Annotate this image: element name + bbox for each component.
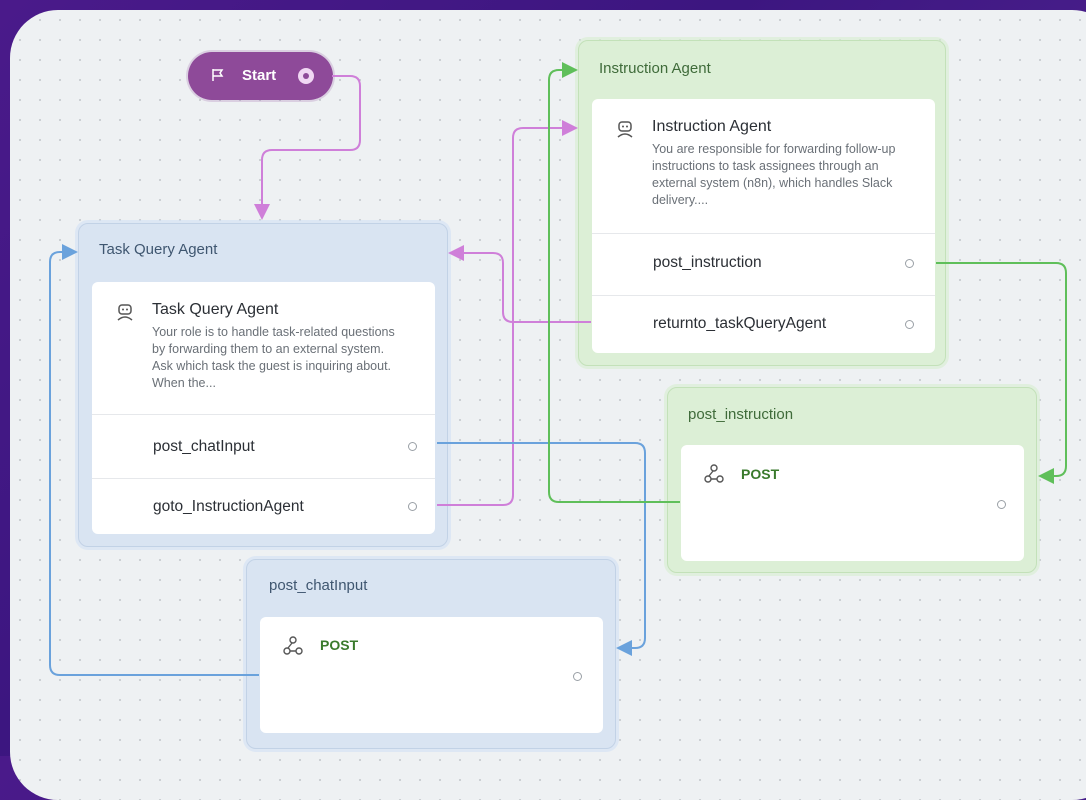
agent-description: You are responsible for forwarding follo… — [652, 142, 896, 207]
node-header: Task Query Agent — [99, 241, 218, 258]
route-goto-instructionagent: goto_InstructionAgent — [153, 498, 304, 515]
start-label: Start — [242, 67, 277, 84]
method-label: POST — [741, 466, 780, 482]
agent-card[interactable]: Task Query Agent Your role is to handle … — [92, 282, 435, 534]
route-port[interactable] — [905, 320, 914, 329]
divider — [592, 233, 935, 234]
route-returnto-taskqueryagent: returnto_taskQueryAgent — [653, 315, 827, 332]
divider — [92, 414, 435, 415]
start-output-port[interactable] — [298, 68, 314, 84]
agent-description: Your role is to handle task-related ques… — [152, 325, 395, 390]
flag-icon — [212, 69, 224, 81]
agent-title: Instruction Agent — [652, 118, 772, 135]
start-node[interactable]: Start — [188, 52, 333, 100]
method-label: POST — [320, 637, 359, 653]
node-header: Instruction Agent — [599, 60, 711, 77]
route-port[interactable] — [408, 502, 417, 511]
agent-card[interactable]: Instruction Agent You are responsible fo… — [592, 99, 935, 353]
webhook-port[interactable] — [997, 500, 1006, 509]
agent-title: Task Query Agent — [152, 301, 279, 318]
webhook-icon — [704, 464, 724, 483]
robot-icon — [617, 121, 633, 138]
instruction-agent-node[interactable]: Instruction Agent Instruction Agent You … — [578, 40, 946, 366]
webhook-card[interactable]: POST — [681, 445, 1024, 561]
route-port[interactable] — [408, 442, 417, 451]
route-post-instruction: post_instruction — [653, 254, 762, 271]
route-post-chatinput: post_chatInput — [153, 438, 255, 455]
webhook-port[interactable] — [573, 672, 582, 681]
webhook-card[interactable]: POST — [260, 617, 603, 733]
task-query-agent-node[interactable]: Task Query Agent Task Query Agent Your r… — [78, 223, 448, 547]
node-header: post_chatInput — [269, 577, 368, 594]
post-instruction-node[interactable]: post_instruction POST — [667, 387, 1037, 573]
post-chatinput-node[interactable]: post_chatInput POST — [246, 559, 616, 749]
divider — [92, 478, 435, 479]
divider — [592, 295, 935, 296]
webhook-icon — [283, 636, 303, 655]
node-header: post_instruction — [688, 406, 794, 423]
route-port[interactable] — [905, 259, 914, 268]
robot-icon — [117, 304, 133, 321]
